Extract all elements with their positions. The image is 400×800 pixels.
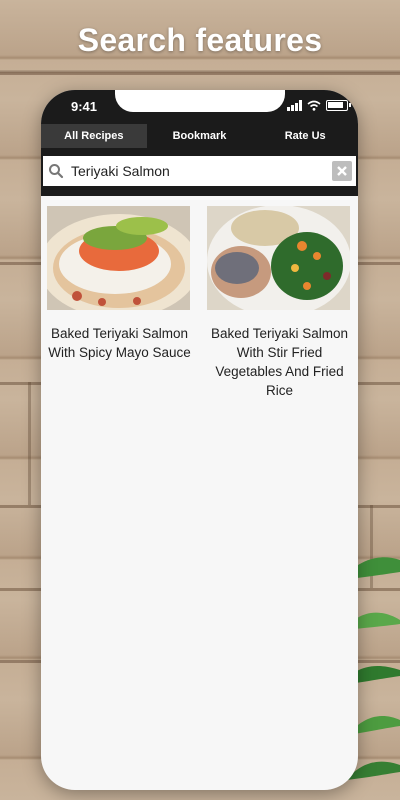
wood-plank-seam [28,382,31,505]
recipe-title: Baked Teriyaki Salmon With Spicy Mayo Sa… [48,326,191,360]
recipe-image [207,206,350,310]
wifi-icon [307,100,321,111]
search-area [41,148,358,196]
signal-icon [287,100,302,111]
tab-bar: All Recipes Bookmark Rate Us [41,124,358,148]
tab-all-recipes[interactable]: All Recipes [41,124,147,148]
phone-frame: 9:41 All Recipes Bookmark Rate Us Teriya… [41,90,358,790]
search-bar [43,156,356,186]
page-headline: Search features [77,22,323,58]
search-input[interactable] [69,162,328,180]
system-icons [287,100,351,111]
status-bar: 9:41 [41,90,358,124]
recipe-image [47,206,190,310]
battery-icon [326,100,351,111]
clear-icon [337,166,347,176]
phone-notch [115,90,285,112]
recipe-title: Baked Teriyaki Salmon With Stir Fried Ve… [210,326,349,398]
tab-rate-us[interactable]: Rate Us [252,124,358,148]
results-grid: Baked Teriyaki Salmon With Spicy Mayo Sa… [41,206,358,400]
status-time: 9:41 [71,99,98,114]
recipe-card[interactable]: Baked Teriyaki Salmon With Spicy Mayo Sa… [47,206,192,400]
wood-plank-line [0,72,400,75]
battery-level [328,102,343,108]
recipe-card[interactable]: Baked Teriyaki Salmon With Stir Fried Ve… [207,206,352,400]
search-icon [49,164,64,179]
tab-bookmark[interactable]: Bookmark [147,124,253,148]
clear-search-button[interactable] [332,161,352,181]
